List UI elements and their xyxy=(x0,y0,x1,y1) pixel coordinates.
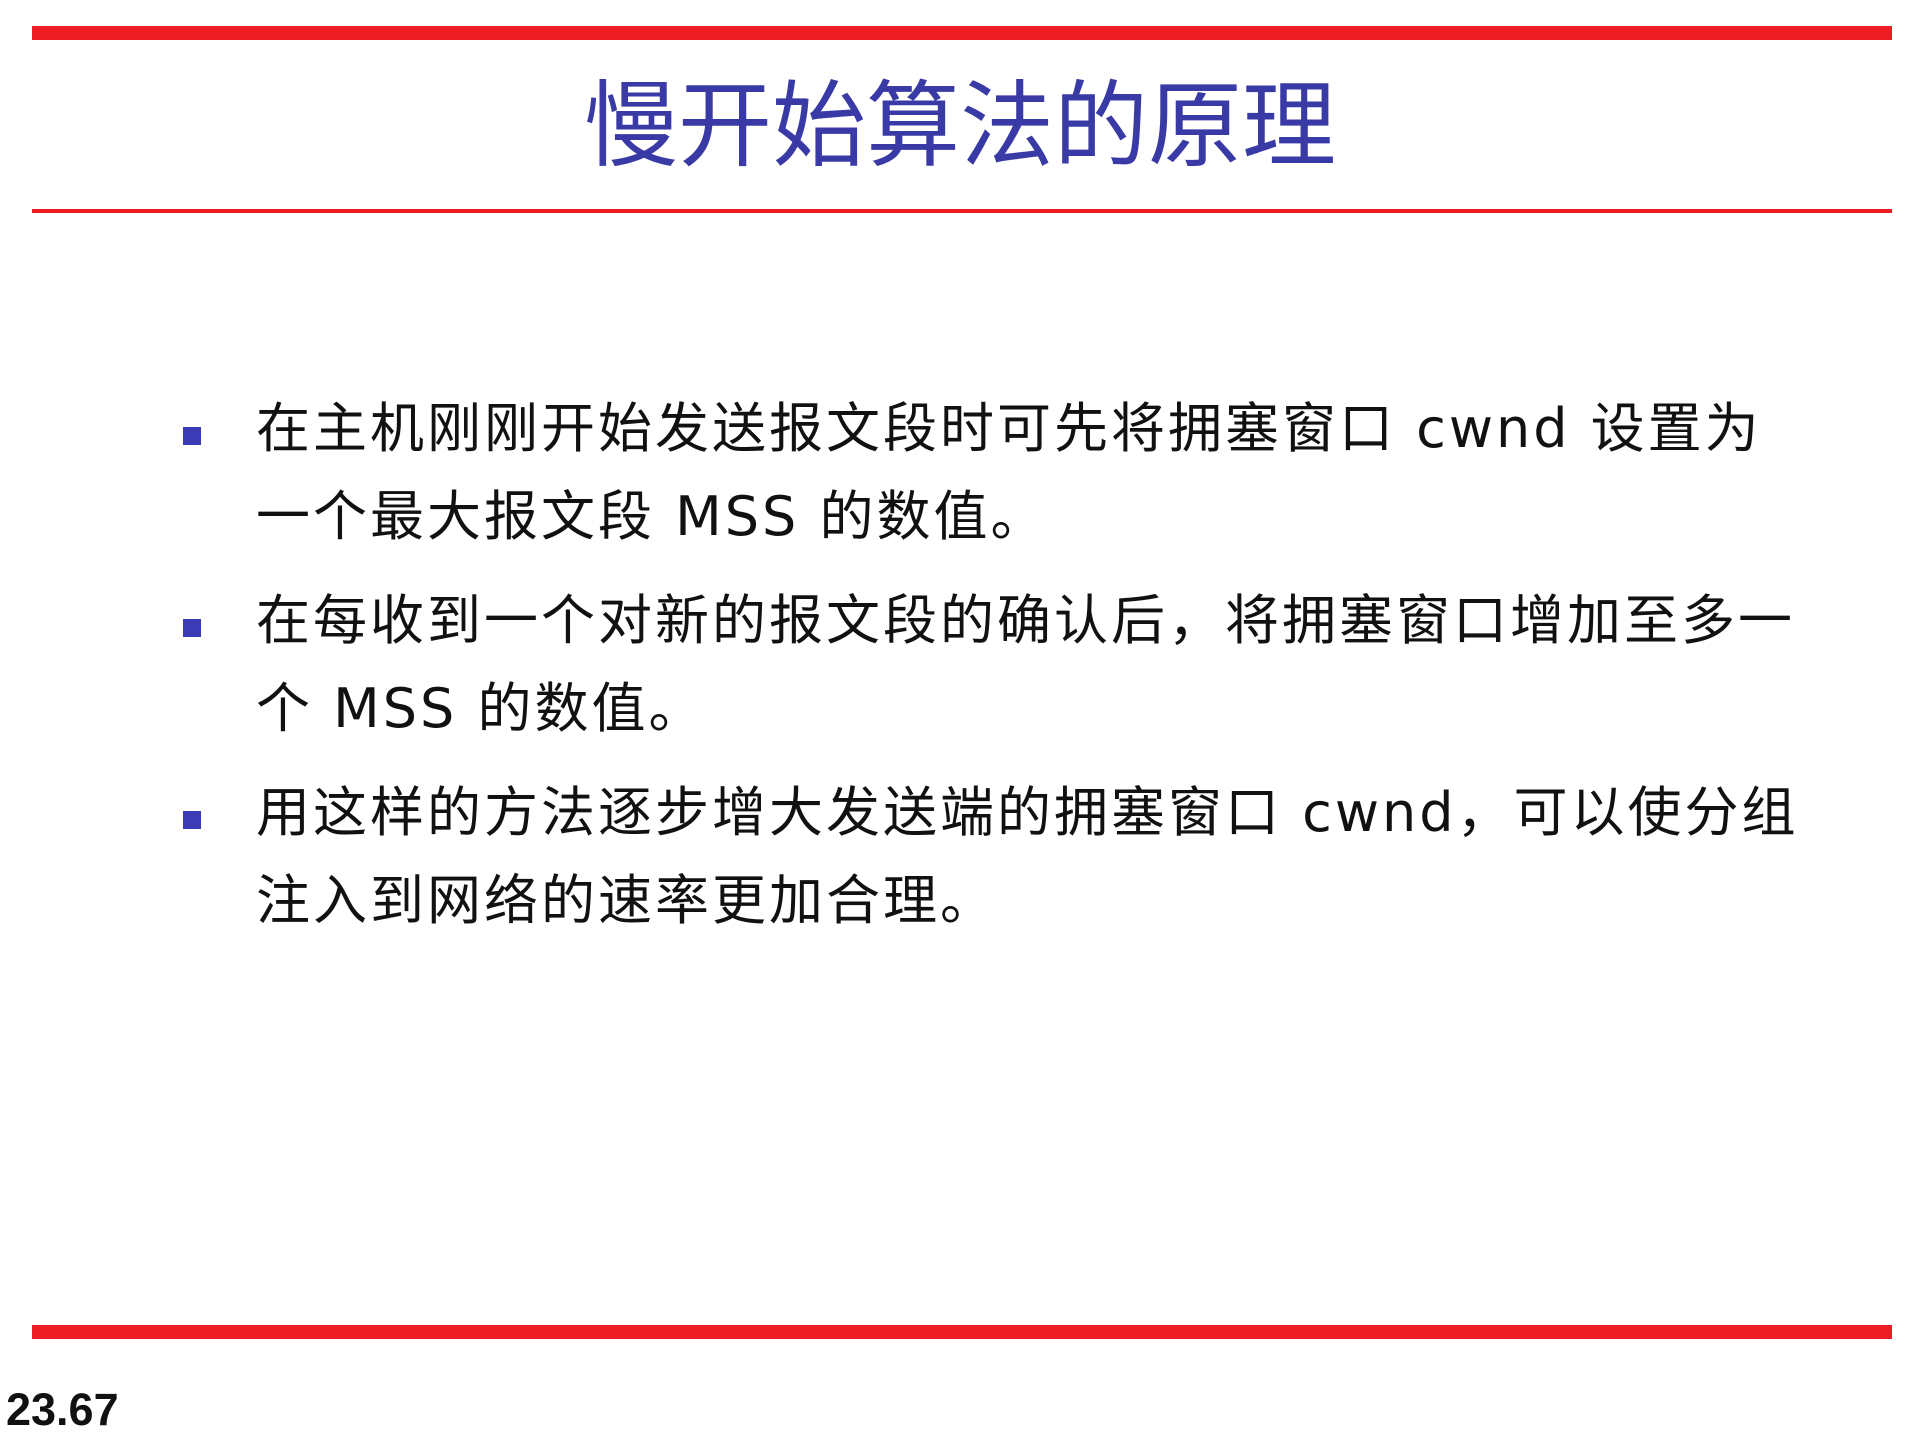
top-divider xyxy=(32,26,1892,40)
square-bullet-icon xyxy=(183,619,201,637)
bullet-list: 在主机刚刚开始发送报文段时可先将拥塞窗口 cwnd 设置为一个最大报文段 MSS… xyxy=(180,385,1800,961)
page-number: 23.67 xyxy=(6,1384,119,1435)
bullet-text: 用这样的方法逐步增大发送端的拥塞窗口 cwnd，可以使分组注入到网络的速率更加合… xyxy=(256,781,1799,932)
square-bullet-icon xyxy=(183,427,201,445)
slide-title: 慢开始算法的原理 xyxy=(583,72,1336,181)
square-bullet-icon xyxy=(183,811,201,829)
bullet-text: 在主机刚刚开始发送报文段时可先将拥塞窗口 cwnd 设置为一个最大报文段 MSS… xyxy=(256,397,1762,548)
title-divider xyxy=(32,209,1892,213)
bullet-item: 在主机刚刚开始发送报文段时可先将拥塞窗口 cwnd 设置为一个最大报文段 MSS… xyxy=(180,385,1800,561)
bullet-item: 用这样的方法逐步增大发送端的拥塞窗口 cwnd，可以使分组注入到网络的速率更加合… xyxy=(180,769,1800,945)
bullet-item: 在每收到一个对新的报文段的确认后，将拥塞窗口增加至多一个 MSS 的数值。 xyxy=(180,577,1800,753)
bullet-text: 在每收到一个对新的报文段的确认后，将拥塞窗口增加至多一个 MSS 的数值。 xyxy=(256,589,1795,740)
bottom-divider xyxy=(32,1325,1892,1339)
